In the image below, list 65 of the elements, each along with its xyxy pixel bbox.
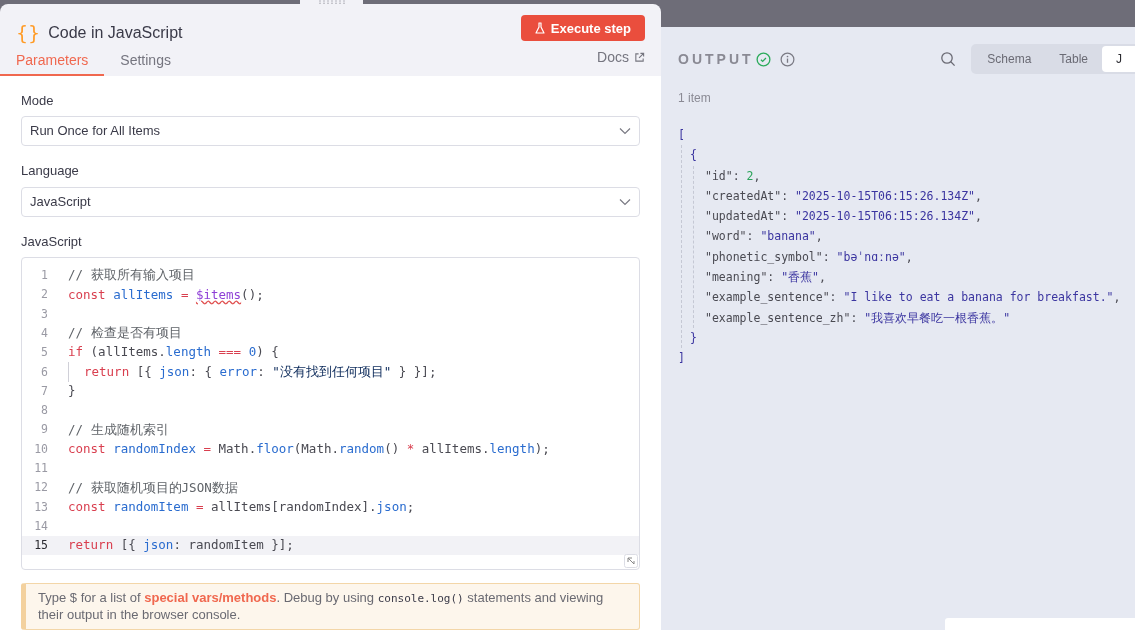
code-line: return [{ json: randomItem }];	[67, 536, 294, 555]
search-icon[interactable]	[940, 51, 957, 67]
line-number: 4	[40, 324, 49, 342]
select-field[interactable]: Run Once for All Items	[21, 116, 640, 146]
chevron-down-icon	[619, 197, 631, 206]
field-label: JavaScript	[21, 232, 83, 251]
line-number: 9	[40, 421, 49, 439]
line-number: 12	[33, 479, 49, 497]
line-number: 8	[40, 402, 49, 420]
node-title: Code in JavaScript	[48, 23, 183, 44]
field-label: Language	[21, 162, 80, 180]
output-title: OUTPUT	[678, 49, 754, 69]
line-number: 15	[33, 537, 49, 555]
code-line: const randomIndex = Math.floor(Math.random() * allItems.length);	[67, 439, 550, 458]
external-link-icon	[634, 51, 645, 63]
json-field: "id": 2,	[705, 165, 761, 186]
line-number: 6	[40, 363, 49, 381]
code-line: }	[67, 382, 76, 401]
drag-handle[interactable]	[300, 0, 363, 5]
code-line: return [{ json: { error: "没有找到任何项目" } }];	[84, 362, 437, 381]
select-field[interactable]: JavaScript	[21, 186, 640, 217]
json-field: "phonetic_symbol": "bəˈnɑːnə",	[705, 246, 913, 268]
success-check-icon	[755, 51, 771, 67]
line-number: 14	[33, 517, 49, 535]
json-brace: }	[690, 329, 697, 347]
hint-text: Type $ for a list of special vars/methods. Debug by using console.log() statements and viewing their output in the browser console.	[38, 590, 605, 623]
code-line: // 获取所有输入项目	[67, 266, 195, 285]
line-number: 13	[33, 498, 49, 516]
json-field: "word": "banana",	[705, 226, 823, 247]
grip-dots-icon	[318, 0, 345, 4]
line-number: 2	[40, 286, 49, 304]
docs-link[interactable]: Docs	[597, 46, 661, 76]
code-editor[interactable]	[21, 257, 640, 570]
json-field: "example_sentence": "I like to eat a banana for breakfast.",	[705, 287, 1121, 308]
code-line: const randomItem = allItems[randomIndex].json;	[67, 497, 415, 516]
code-line: // 检查是否有项目	[67, 324, 182, 343]
line-number: 11	[33, 460, 49, 477]
field-label: Mode	[21, 91, 55, 110]
line-number: 7	[40, 382, 49, 400]
json-field: "createdAt": "2025-10-15T06:15:26.134Z",	[705, 185, 982, 207]
json-bracket: ]	[678, 350, 685, 368]
code-line: // 获取随机项目的JSON数据	[67, 478, 238, 497]
view-tab[interactable]: J	[1102, 46, 1135, 72]
execute-step-button[interactable]: Execute step	[520, 15, 645, 42]
code-line: const allItems = $items();	[67, 285, 264, 304]
code-line: // 生成随机索引	[67, 420, 169, 439]
code-braces-icon: {}	[16, 23, 41, 43]
json-field: "meaning": "香蕉",	[705, 267, 826, 288]
json-brace: {	[690, 147, 697, 165]
tab[interactable]: Settings	[104, 46, 187, 76]
json-field: "updatedAt": "2025-10-15T06:15:26.134Z",	[705, 206, 982, 227]
line-number: 1	[40, 267, 49, 284]
flask-icon	[534, 22, 545, 35]
json-bracket: [	[678, 127, 685, 144]
line-number: 5	[40, 344, 49, 362]
info-icon[interactable]	[779, 51, 795, 67]
resize-handle-icon[interactable]	[624, 554, 638, 568]
chevron-down-icon	[619, 127, 631, 135]
view-tab[interactable]: Table	[1045, 46, 1102, 72]
line-number: 3	[40, 305, 49, 323]
code-line: if (allItems.length === 0) {	[67, 343, 279, 362]
item-count: 1 item	[678, 90, 712, 107]
line-number: 10	[33, 440, 49, 458]
json-field: "example_sentence_zh": "我喜欢早餐吃一根香蕉。"	[705, 307, 1011, 328]
view-tab[interactable]: Schema	[973, 46, 1046, 72]
